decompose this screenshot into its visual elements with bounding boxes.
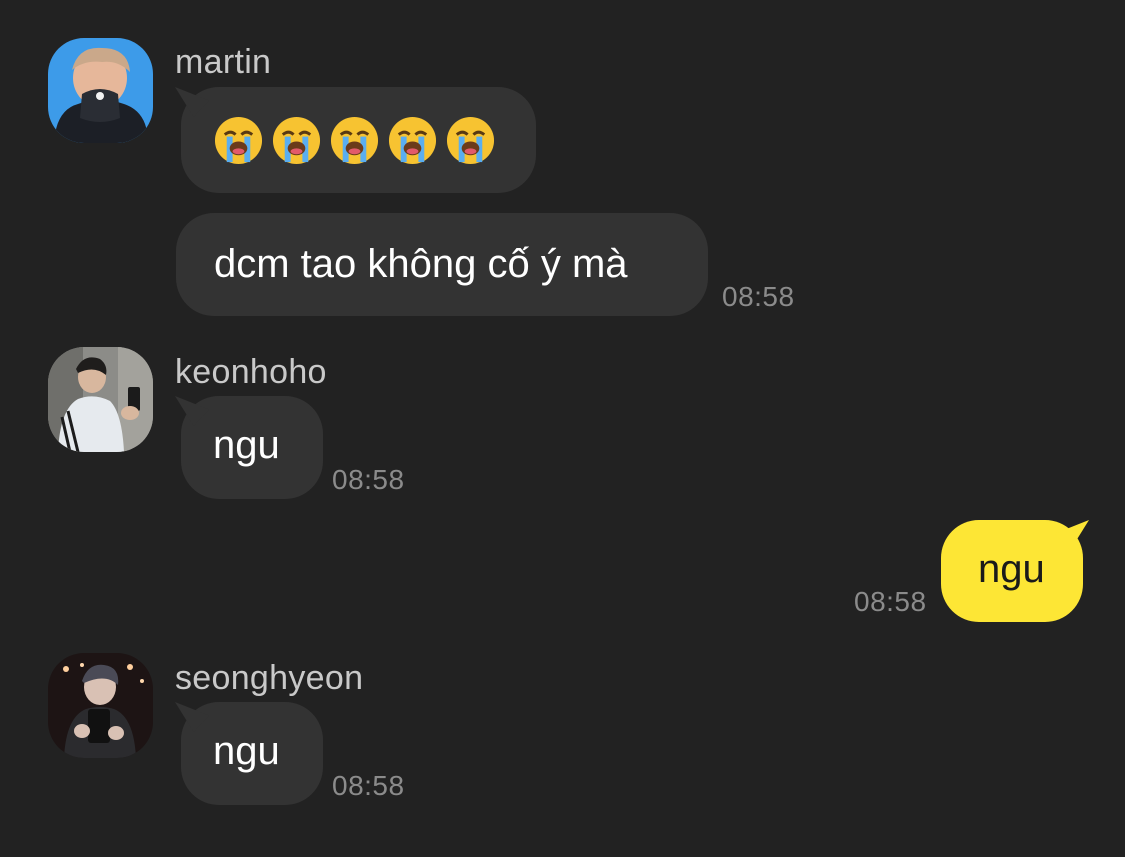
message-bubble-emoji[interactable] (181, 87, 536, 193)
avatar-seonghyeon[interactable] (48, 653, 153, 758)
chat-room: martin dcm tao không cố ý mà 08:58 keonh… (0, 0, 1125, 857)
loudly-crying-face-icon (272, 116, 321, 164)
loudly-crying-face-icon (388, 116, 437, 164)
message-bubble-text[interactable]: ngu (181, 396, 323, 499)
my-message-bubble[interactable]: ngu (941, 520, 1083, 622)
message-timestamp: 08:58 (854, 586, 927, 617)
sender-name-keonhoho: keonhoho (175, 353, 327, 391)
avatar-seonghyeon-image (48, 653, 153, 758)
loudly-crying-face-icon (214, 116, 263, 164)
sender-name-seonghyeon: seonghyeon (175, 659, 364, 697)
loudly-crying-face-icon (330, 116, 379, 164)
message-timestamp: 08:58 (332, 770, 405, 801)
message-bubble-text[interactable]: dcm tao không cố ý mà (176, 213, 708, 316)
avatar-keonhoho-image (48, 347, 153, 452)
sender-name-martin: martin (175, 43, 272, 81)
emoji-row (213, 87, 536, 193)
message-timestamp: 08:58 (722, 281, 795, 312)
avatar-keonhoho[interactable] (48, 347, 153, 452)
avatar-martin-image (48, 38, 153, 143)
message-timestamp: 08:58 (332, 464, 405, 495)
loudly-crying-face-icon (446, 116, 495, 164)
message-bubble-text[interactable]: ngu (181, 702, 323, 805)
avatar-martin[interactable] (48, 38, 153, 143)
